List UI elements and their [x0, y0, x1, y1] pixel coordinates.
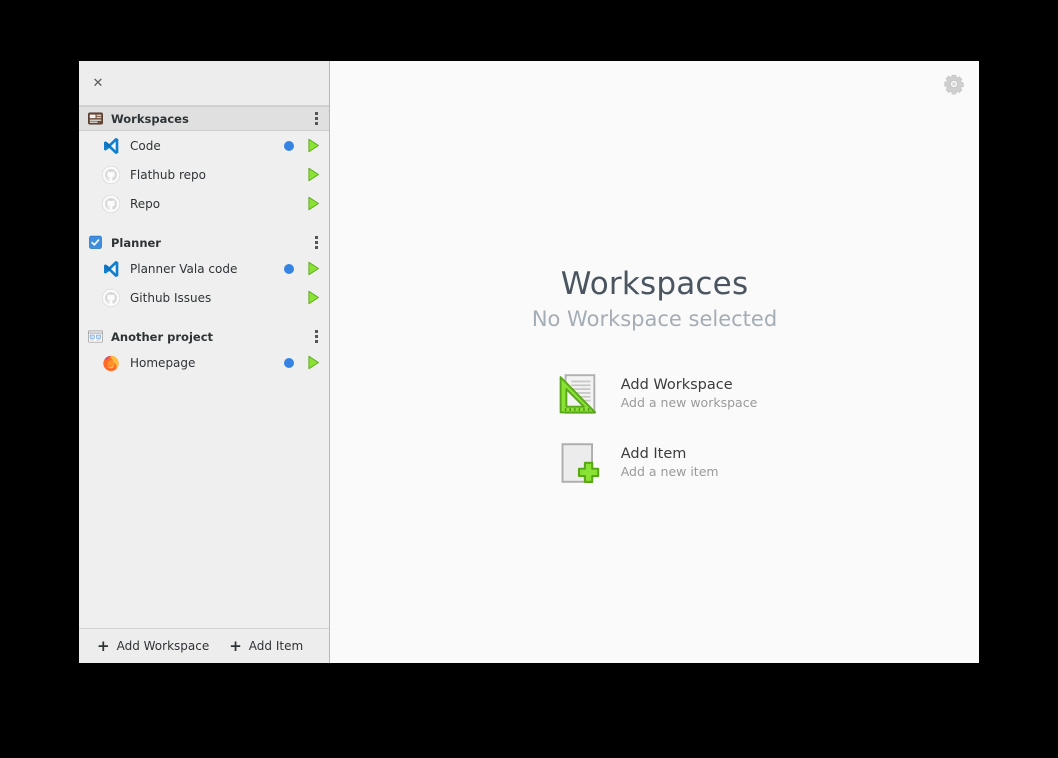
group-label: Workspaces	[111, 112, 307, 126]
list-item[interactable]: Planner Vala code	[79, 254, 329, 283]
main-content: Workspaces No Workspace selected Add Wor…	[330, 61, 979, 663]
more-vertical-icon[interactable]	[307, 233, 325, 253]
empty-state: Workspaces No Workspace selected Add Wor…	[330, 267, 979, 486]
play-icon[interactable]	[305, 195, 322, 212]
group-spacer	[79, 312, 329, 325]
list-item[interactable]: Repo	[79, 189, 329, 218]
group-header-another-project[interactable]: Another project	[79, 325, 329, 348]
group-header-planner[interactable]: Planner	[79, 231, 329, 254]
document-plus-icon	[556, 440, 602, 486]
sidebar-headerbar: ✕	[79, 61, 329, 106]
planner-checkbox-icon	[87, 234, 104, 251]
gear-icon[interactable]	[941, 71, 967, 97]
action-subtitle: Add a new workspace	[621, 395, 758, 410]
status-dot	[284, 358, 294, 368]
play-icon[interactable]	[305, 289, 322, 306]
app-window: ✕ WorkspacesCodeFlathub repoRepoPlannerP…	[79, 61, 979, 663]
workspace-group: Planner Planner Vala code Github Issues	[79, 231, 329, 312]
list-item[interactable]: Code	[79, 131, 329, 160]
play-icon[interactable]	[305, 354, 322, 371]
github-icon	[101, 194, 121, 214]
group-spacer	[79, 218, 329, 231]
more-vertical-icon[interactable]	[307, 109, 325, 129]
list-item[interactable]: Homepage	[79, 348, 329, 377]
play-icon[interactable]	[305, 166, 322, 183]
list-item[interactable]: Flathub repo	[79, 160, 329, 189]
group-header-workspaces[interactable]: Workspaces	[79, 106, 329, 131]
list-item-label: Homepage	[130, 356, 284, 370]
play-icon[interactable]	[305, 260, 322, 277]
action-subtitle: Add a new item	[621, 464, 719, 479]
list-item-label: Code	[130, 139, 284, 153]
empty-state-actions: Add Workspace Add a new workspace Add Item…	[556, 371, 758, 486]
action-title: Add Workspace	[621, 377, 758, 393]
workspace-group: Workspaces Code Flathub repo Repo	[79, 106, 329, 218]
plus-icon: +	[229, 639, 242, 654]
github-icon	[101, 165, 121, 185]
page-title: Workspaces	[561, 267, 749, 303]
group-label: Planner	[111, 236, 307, 250]
list-item-label: Github Issues	[130, 291, 284, 305]
workspace-window-icon	[87, 110, 104, 127]
group-label: Another project	[111, 330, 307, 344]
github-icon	[101, 288, 121, 308]
document-ruler-icon	[556, 371, 602, 417]
add-item-label: Add Item	[249, 639, 303, 653]
close-icon[interactable]: ✕	[85, 70, 111, 96]
workspace-group: Another project Homepage	[79, 325, 329, 377]
page-subtitle: No Workspace selected	[532, 307, 777, 331]
plus-icon: +	[97, 639, 110, 654]
list-item-label: Planner Vala code	[130, 262, 284, 276]
more-vertical-icon[interactable]	[307, 327, 325, 347]
workspace-list: WorkspacesCodeFlathub repoRepoPlannerPla…	[79, 106, 329, 628]
list-item[interactable]: Github Issues	[79, 283, 329, 312]
add-item-action[interactable]: Add Item Add a new item	[556, 440, 758, 486]
play-icon[interactable]	[305, 137, 322, 154]
vscode-icon	[101, 136, 121, 156]
list-item-label: Repo	[130, 197, 284, 211]
status-dot	[284, 264, 294, 274]
status-dot	[284, 141, 294, 151]
add-workspace-action[interactable]: Add Workspace Add a new workspace	[556, 371, 758, 417]
add-workspace-button[interactable]: + Add Workspace	[97, 639, 209, 654]
workspace-switcher-icon	[87, 328, 104, 345]
vscode-icon	[101, 259, 121, 279]
action-texts: Add Workspace Add a new workspace	[621, 377, 758, 410]
add-workspace-label: Add Workspace	[117, 639, 210, 653]
sidebar: ✕ WorkspacesCodeFlathub repoRepoPlannerP…	[79, 61, 330, 663]
add-item-button[interactable]: + Add Item	[229, 639, 303, 654]
action-texts: Add Item Add a new item	[621, 446, 719, 479]
action-title: Add Item	[621, 446, 719, 462]
firefox-icon	[101, 353, 121, 373]
sidebar-action-bar: + Add Workspace + Add Item	[79, 628, 329, 663]
list-item-label: Flathub repo	[130, 168, 284, 182]
